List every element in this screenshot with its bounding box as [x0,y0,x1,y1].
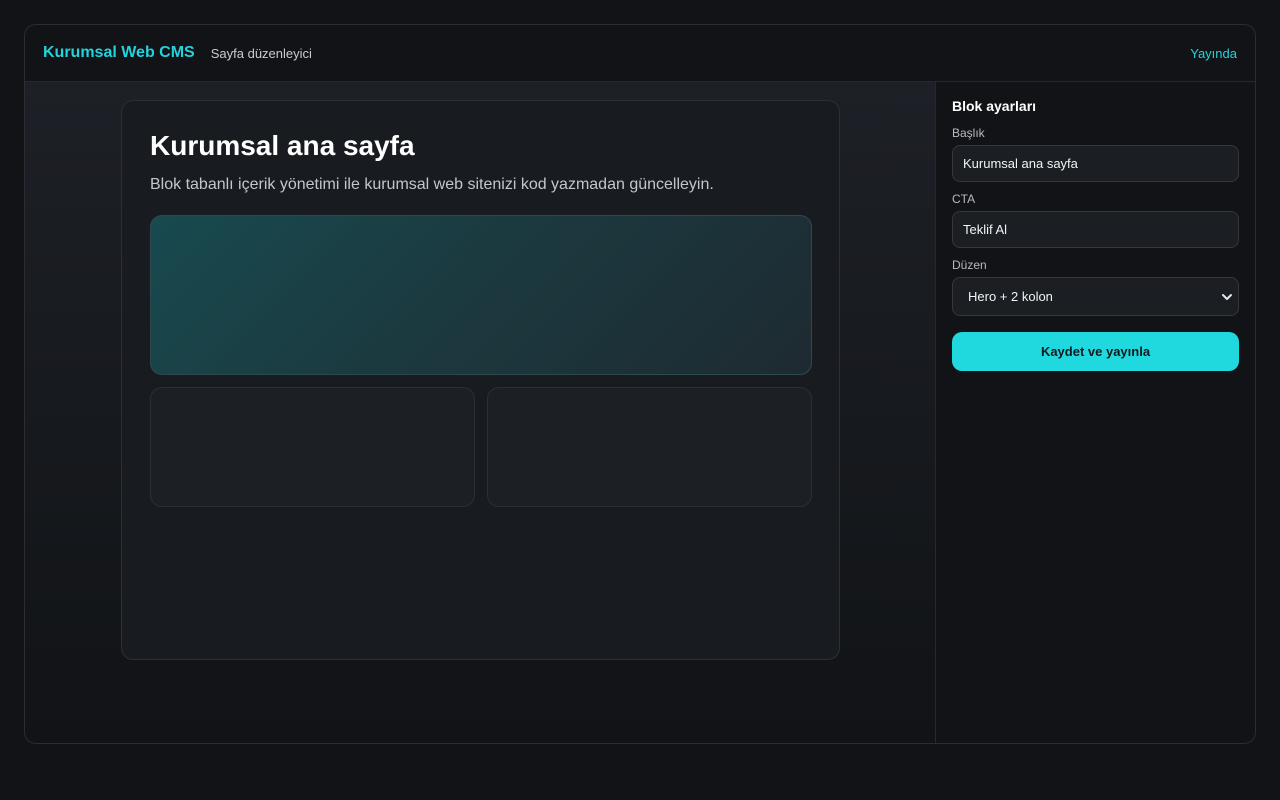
heading-field-label: Başlık [952,126,985,140]
brand-logo-text[interactable]: Kurumsal Web CMS [43,44,195,62]
heading-input[interactable] [952,145,1239,182]
column-block-left[interactable] [150,387,475,507]
cms-window: Kurumsal Web CMS Sayfa düzenleyici Yayın… [24,24,1256,744]
cta-input[interactable] [952,211,1239,248]
layout-select[interactable]: Hero + 2 kolon [952,277,1239,316]
layout-field-label: Düzen [952,258,987,272]
settings-panel-title: Blok ayarları [952,98,1037,114]
top-bar: Kurumsal Web CMS Sayfa düzenleyici Yayın… [25,25,1255,82]
cta-field-label: CTA [952,192,976,206]
column-block-right[interactable] [487,387,812,507]
page-preview-card[interactable]: Kurumsal ana sayfa Blok tabanlı içerik y… [121,100,840,660]
chevron-down-icon [1222,294,1232,300]
block-settings-panel: Blok ayarları Başlık CTA Düzen Hero + 2 … [935,82,1255,743]
preview-page-title[interactable]: Kurumsal ana sayfa [150,129,811,163]
layout-select-value: Hero + 2 kolon [968,289,1053,304]
preview-page-description[interactable]: Blok tabanlı içerik yönetimi ile kurumsa… [150,175,811,195]
page-subtitle: Sayfa düzenleyici [210,45,312,61]
save-and-publish-button[interactable]: Kaydet ve yayınla [952,332,1239,371]
publish-status-badge: Yayında [1190,45,1237,61]
editor-canvas: Kurumsal ana sayfa Blok tabanlı içerik y… [25,82,935,743]
hero-block[interactable] [150,215,812,375]
